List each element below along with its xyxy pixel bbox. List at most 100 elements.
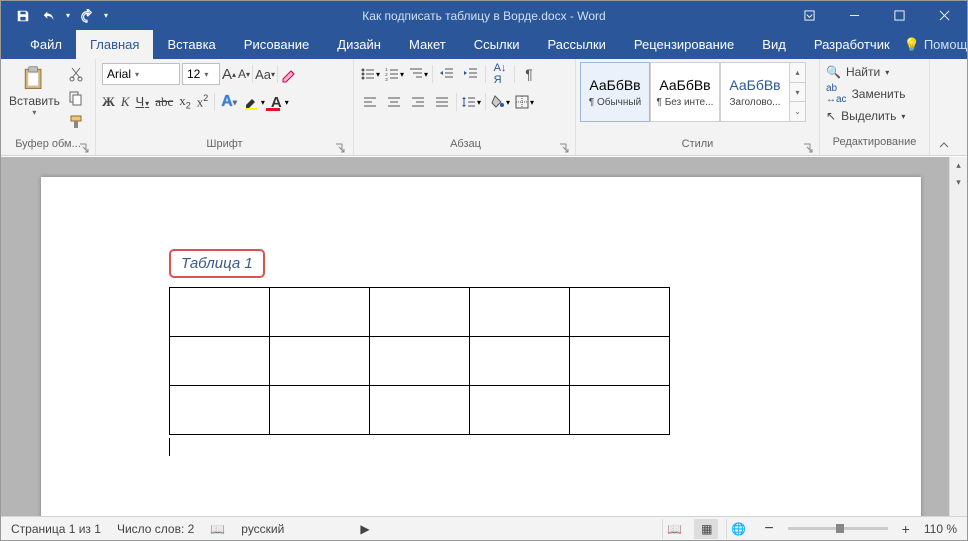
zoom-level[interactable]: 110 % (924, 522, 957, 536)
multilevel-icon[interactable]: ▾ (408, 64, 428, 84)
justify-icon[interactable] (432, 92, 452, 112)
web-layout-icon[interactable]: 🌐 (726, 519, 750, 539)
style-heading1[interactable]: АаБбВвЗаголово... (720, 62, 790, 122)
styles-dialog-icon[interactable] (803, 143, 813, 153)
group-paragraph: ▾ 123▾ ▾ A↓Я ¶ ▾ ▾ ▾ (354, 59, 576, 155)
font-size-combo[interactable]: 12▾ (182, 63, 220, 85)
shrink-font-icon[interactable]: A▾ (238, 67, 250, 81)
page-number[interactable]: Страница 1 из 1 (11, 522, 101, 536)
language[interactable]: русский (241, 522, 284, 536)
zoom-out-icon[interactable]: − (758, 520, 779, 538)
cut-icon[interactable] (66, 64, 86, 84)
replace-icon: ab↔ac (826, 83, 847, 105)
table-caption[interactable]: Таблица 1 (169, 249, 265, 278)
sort-icon[interactable]: A↓Я (490, 64, 510, 84)
undo-dropdown[interactable]: ▾ (63, 11, 73, 20)
print-layout-icon[interactable]: ▦ (694, 519, 718, 539)
save-icon[interactable] (11, 4, 35, 28)
underline-button[interactable]: Ч▾ (136, 94, 150, 110)
tab-references[interactable]: Ссылки (460, 30, 534, 59)
group-styles: АаБбВв¶ Обычный АаБбВв¶ Без инте... АаБб… (576, 59, 820, 155)
numbering-icon[interactable]: 123▾ (384, 64, 404, 84)
group-clipboard: Вставить ▾ Буфер обм... (1, 59, 96, 155)
subscript-button[interactable]: x2 (179, 93, 191, 111)
borders-icon[interactable]: ▾ (514, 92, 534, 112)
bold-button[interactable]: Ж (102, 94, 115, 110)
style-normal[interactable]: АаБбВв¶ Обычный (580, 62, 650, 122)
scroll-down-icon[interactable]: ▾ (950, 174, 967, 191)
redo-icon[interactable] (75, 4, 99, 28)
lightbulb-icon: 💡 (904, 37, 920, 53)
font-name-combo[interactable]: Arial▾ (102, 63, 180, 85)
change-case-icon[interactable]: Aa▾ (255, 67, 275, 82)
bullets-icon[interactable]: ▾ (360, 64, 380, 84)
minimize-icon[interactable] (832, 1, 877, 30)
tell-me[interactable]: 💡Помощн (904, 37, 968, 53)
align-center-icon[interactable] (384, 92, 404, 112)
zoom-slider[interactable] (788, 527, 888, 530)
undo-icon[interactable] (37, 4, 61, 28)
group-editing: 🔍Найти▾ ab↔acЗаменить ↖Выделить▾ Редакти… (820, 59, 930, 155)
grow-font-icon[interactable]: A▴ (222, 66, 236, 83)
scroll-up-icon[interactable]: ▴ (950, 157, 967, 174)
status-bar: Страница 1 из 1 Число слов: 2 📖 русский … (1, 516, 967, 540)
select-button[interactable]: ↖Выделить▾ (826, 105, 905, 127)
tab-design[interactable]: Дизайн (323, 30, 395, 59)
font-color-icon[interactable]: A▾ (271, 94, 289, 111)
tab-view[interactable]: Вид (748, 30, 800, 59)
table-row[interactable] (170, 386, 670, 435)
table-row[interactable] (170, 288, 670, 337)
document-table[interactable] (169, 287, 670, 435)
zoom-in-icon[interactable]: + (896, 521, 916, 537)
tab-insert[interactable]: Вставка (153, 30, 229, 59)
text-effects-icon[interactable]: A▾ (221, 93, 237, 111)
format-painter-icon[interactable] (66, 112, 86, 132)
align-right-icon[interactable] (408, 92, 428, 112)
read-mode-icon[interactable]: 📖 (662, 519, 686, 539)
group-label-styles: Стили (580, 138, 815, 155)
cursor-icon: ↖ (826, 109, 836, 123)
paragraph-dialog-icon[interactable] (559, 143, 569, 153)
spellcheck-icon[interactable]: 📖 (210, 522, 225, 536)
paste-button[interactable]: Вставить ▾ (5, 62, 64, 119)
superscript-button[interactable]: x2 (197, 93, 209, 110)
page[interactable]: Таблица 1 (41, 177, 921, 516)
highlight-icon[interactable]: ▾ (243, 93, 265, 111)
macro-icon[interactable]: ▶ (360, 522, 369, 536)
shading-icon[interactable]: ▾ (490, 92, 510, 112)
close-icon[interactable] (922, 1, 967, 30)
tab-developer[interactable]: Разработчик (800, 30, 904, 59)
increase-indent-icon[interactable] (461, 64, 481, 84)
replace-button[interactable]: ab↔acЗаменить (826, 83, 906, 105)
align-left-icon[interactable] (360, 92, 380, 112)
copy-icon[interactable] (66, 88, 86, 108)
ribbon-tabs: Файл Главная Вставка Рисование Дизайн Ма… (1, 30, 967, 59)
line-spacing-icon[interactable]: ▾ (461, 92, 481, 112)
styles-gallery[interactable]: АаБбВв¶ Обычный АаБбВв¶ Без инте... АаБб… (580, 62, 806, 122)
tab-file[interactable]: Файл (16, 30, 76, 59)
tab-layout[interactable]: Макет (395, 30, 460, 59)
tab-draw[interactable]: Рисование (230, 30, 323, 59)
maximize-icon[interactable] (877, 1, 922, 30)
find-button[interactable]: 🔍Найти▾ (826, 61, 889, 83)
decrease-indent-icon[interactable] (437, 64, 457, 84)
table-row[interactable] (170, 337, 670, 386)
clipboard-dialog-icon[interactable] (79, 143, 89, 153)
tab-mailings[interactable]: Рассылки (534, 30, 620, 59)
text-cursor (169, 438, 170, 456)
styles-scroll[interactable]: ▴▾⌄ (790, 62, 806, 122)
show-marks-icon[interactable]: ¶ (519, 64, 539, 84)
ribbon-options-icon[interactable] (787, 1, 832, 30)
word-count[interactable]: Число слов: 2 (117, 522, 194, 536)
italic-button[interactable]: К (121, 94, 130, 110)
tab-home[interactable]: Главная (76, 30, 153, 59)
collapse-ribbon-icon[interactable] (930, 59, 958, 155)
vertical-scrollbar[interactable]: ▴ ▾ (949, 157, 967, 516)
style-nospacing[interactable]: АаБбВв¶ Без инте... (650, 62, 720, 122)
strike-button[interactable]: abc (155, 94, 173, 110)
clear-formatting-icon[interactable] (280, 65, 298, 83)
font-dialog-icon[interactable] (335, 143, 345, 153)
tab-review[interactable]: Рецензирование (620, 30, 748, 59)
document-area[interactable]: Таблица 1 (1, 157, 949, 516)
qat-customize[interactable]: ▾ (101, 11, 111, 20)
